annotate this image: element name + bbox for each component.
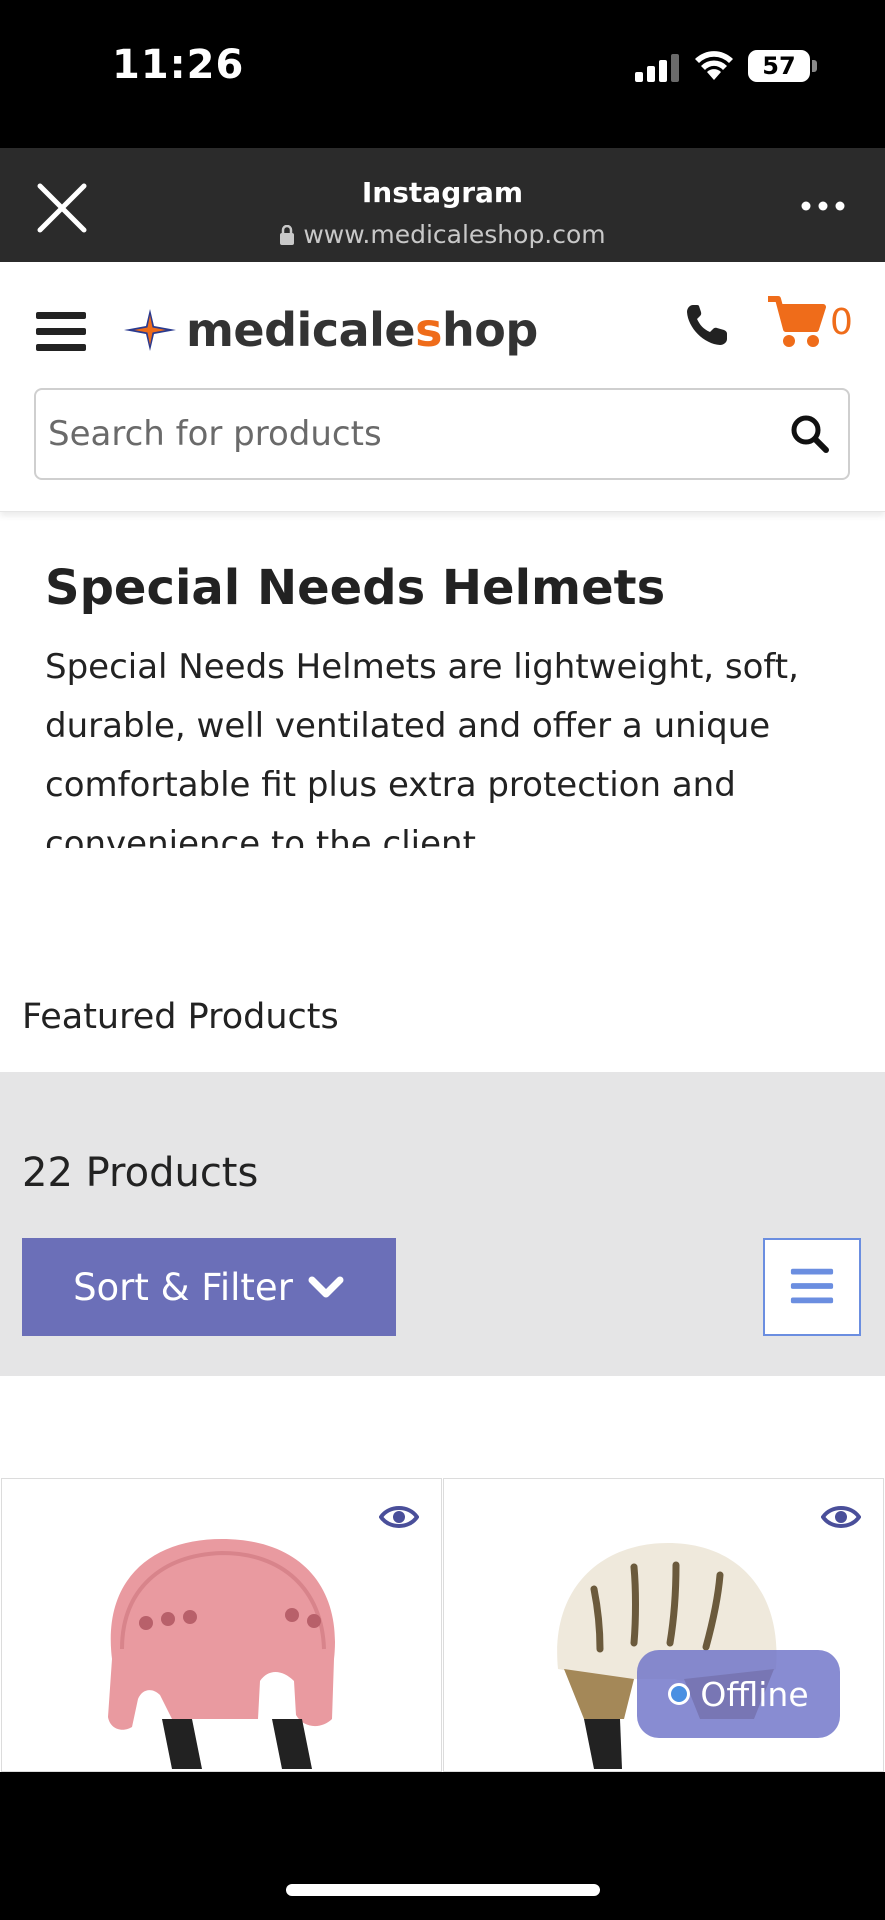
product-card[interactable]	[1, 1478, 442, 1772]
lock-icon	[280, 225, 295, 245]
eye-icon[interactable]	[821, 1503, 861, 1531]
hamburger-menu-icon[interactable]	[36, 308, 86, 354]
chevron-down-icon	[308, 1276, 344, 1298]
search-input[interactable]	[48, 390, 778, 478]
logo-text: medicaleshop	[186, 303, 538, 357]
category-title: Special Needs Helmets	[45, 560, 666, 616]
featured-products-label: Featured Products	[22, 997, 339, 1037]
shopping-cart-icon	[768, 296, 826, 347]
site-logo[interactable]: medicaleshop	[122, 300, 538, 360]
list-view-icon	[790, 1268, 834, 1304]
list-view-toggle[interactable]	[763, 1238, 861, 1336]
product-count: 22 Products	[22, 1150, 259, 1196]
cart-button[interactable]: 0	[766, 294, 853, 350]
chat-status-button[interactable]: Offline	[637, 1650, 840, 1738]
browser-url: www.medicaleshop.com	[0, 220, 885, 249]
url-text: www.medicaleshop.com	[303, 220, 606, 249]
cart-count: 0	[830, 301, 853, 343]
chat-status-label: Offline	[700, 1674, 809, 1714]
product-image-pink-helmet	[108, 1539, 336, 1769]
sort-filter-label: Sort & Filter	[73, 1265, 293, 1309]
home-indicator[interactable]	[286, 1884, 600, 1896]
site-header: medicaleshop 0	[0, 262, 885, 512]
product-toolbar: 22 Products Sort & Filter	[0, 1072, 885, 1376]
logo-text-accent: s	[415, 303, 442, 357]
status-dot-icon	[668, 1683, 691, 1705]
logo-text-part3: hop	[442, 303, 538, 357]
eye-icon[interactable]	[379, 1503, 419, 1531]
wifi-icon	[695, 51, 733, 80]
battery-nub	[812, 60, 817, 72]
category-description: Special Needs Helmets are lightweight, s…	[45, 647, 799, 848]
status-bar: 11:26 57	[0, 0, 885, 148]
cellular-signal-icon	[635, 54, 679, 82]
more-options-icon[interactable]	[800, 194, 846, 218]
battery-indicator: 57	[748, 50, 810, 82]
phone-icon[interactable]	[684, 302, 730, 348]
browser-title: Instagram	[361, 176, 524, 209]
search-box	[34, 388, 850, 480]
search-icon[interactable]	[788, 412, 832, 456]
web-page: medicaleshop 0 Special Needs Helmets Spe…	[0, 262, 885, 1772]
status-time: 11:26	[112, 42, 245, 88]
sort-filter-button[interactable]: Sort & Filter	[22, 1238, 396, 1336]
bottom-bar	[0, 1772, 885, 1920]
in-app-browser-bar: Instagram www.medicaleshop.com	[0, 148, 885, 262]
logo-text-part1: medicale	[186, 303, 416, 357]
logo-star-icon	[124, 309, 176, 351]
